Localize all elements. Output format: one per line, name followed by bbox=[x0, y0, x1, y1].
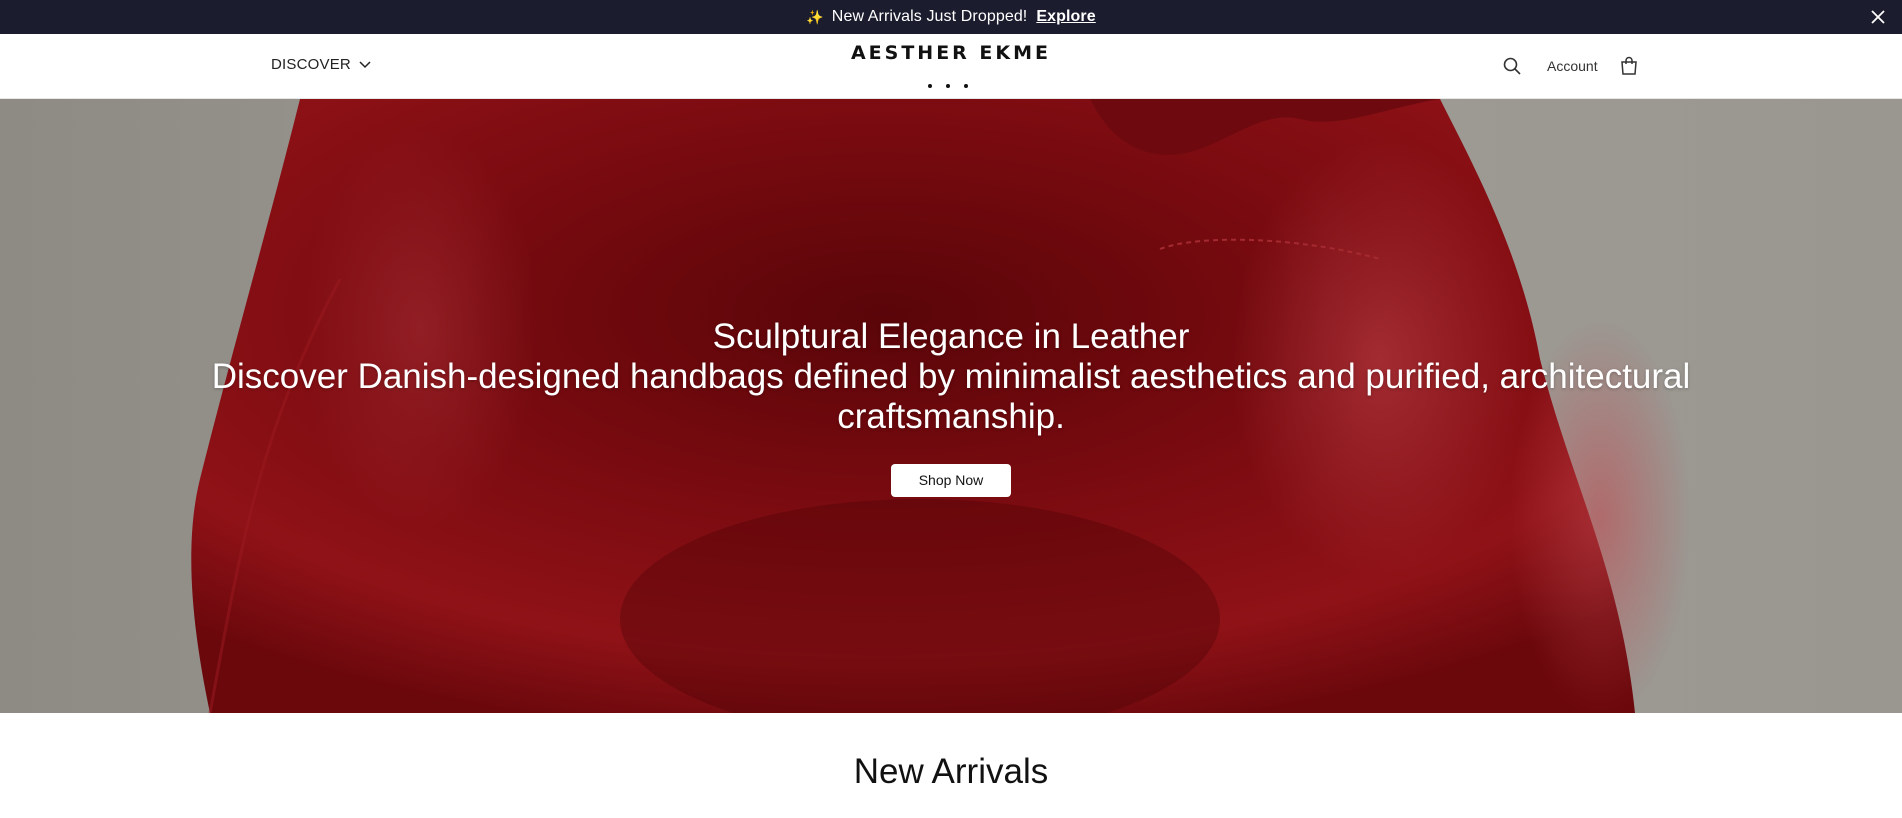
sparkle-icon: ✨ bbox=[806, 8, 824, 25]
shop-now-button[interactable]: Shop Now bbox=[891, 464, 1011, 497]
hero-content: Sculptural Elegance in Leather Discover … bbox=[0, 317, 1902, 497]
hero-title: Sculptural Elegance in Leather bbox=[712, 317, 1190, 356]
announcement-bar: ✨ New Arrivals Just Dropped! Explore bbox=[0, 0, 1902, 34]
announcement-text: New Arrivals Just Dropped! bbox=[831, 8, 1028, 25]
new-arrivals-heading: New Arrivals bbox=[853, 752, 1049, 791]
shopping-bag-icon[interactable] bbox=[1620, 56, 1638, 76]
hero-banner: Sculptural Elegance in Leather Discover … bbox=[0, 99, 1902, 713]
close-icon[interactable] bbox=[1868, 7, 1888, 27]
account-link[interactable]: Account bbox=[1547, 58, 1598, 74]
brand-logo[interactable]: AESTHER EKME bbox=[0, 42, 1902, 64]
hero-subtitle: Discover Danish-designed handbags define… bbox=[211, 357, 1691, 436]
explore-link[interactable]: Explore bbox=[1036, 8, 1095, 26]
search-icon[interactable] bbox=[1502, 56, 1522, 76]
site-header: DISCOVER AESTHER EKME Account bbox=[0, 34, 1902, 99]
brand-dots bbox=[928, 84, 968, 88]
